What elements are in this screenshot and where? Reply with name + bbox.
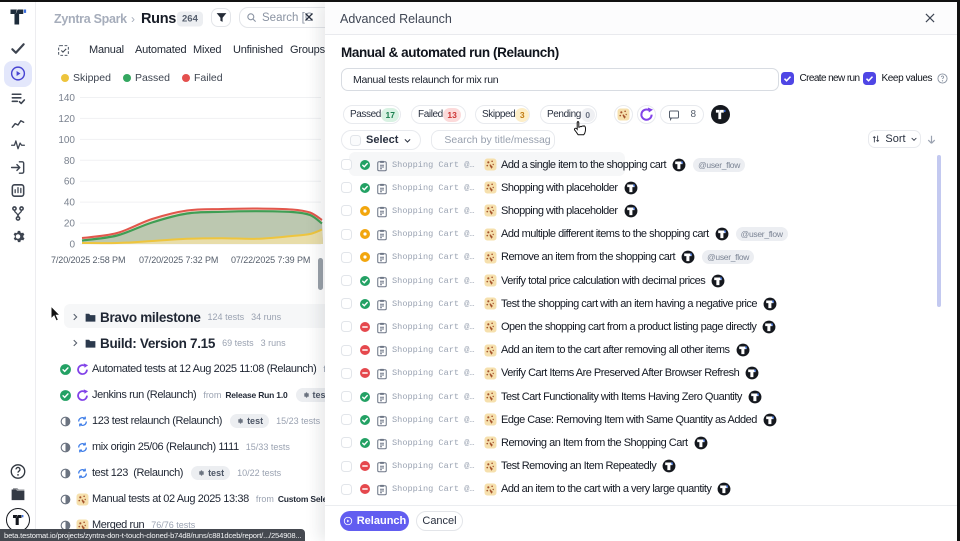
svg-text:07/20/2025 7:32 PM: 07/20/2025 7:32 PM: [139, 255, 218, 265]
svg-text:07/22/2025 7:39 PM: 07/22/2025 7:39 PM: [231, 255, 310, 265]
svg-text:7/20/2025 2:58 PM: 7/20/2025 2:58 PM: [51, 255, 125, 265]
svg-text:120: 120: [58, 114, 75, 125]
svg-text:20: 20: [64, 219, 76, 230]
svg-text:0: 0: [69, 240, 75, 251]
svg-text:60: 60: [64, 177, 76, 188]
svg-text:40: 40: [64, 198, 76, 209]
svg-text:80: 80: [64, 156, 76, 167]
svg-text:140: 140: [58, 93, 75, 104]
svg-text:100: 100: [58, 135, 75, 146]
